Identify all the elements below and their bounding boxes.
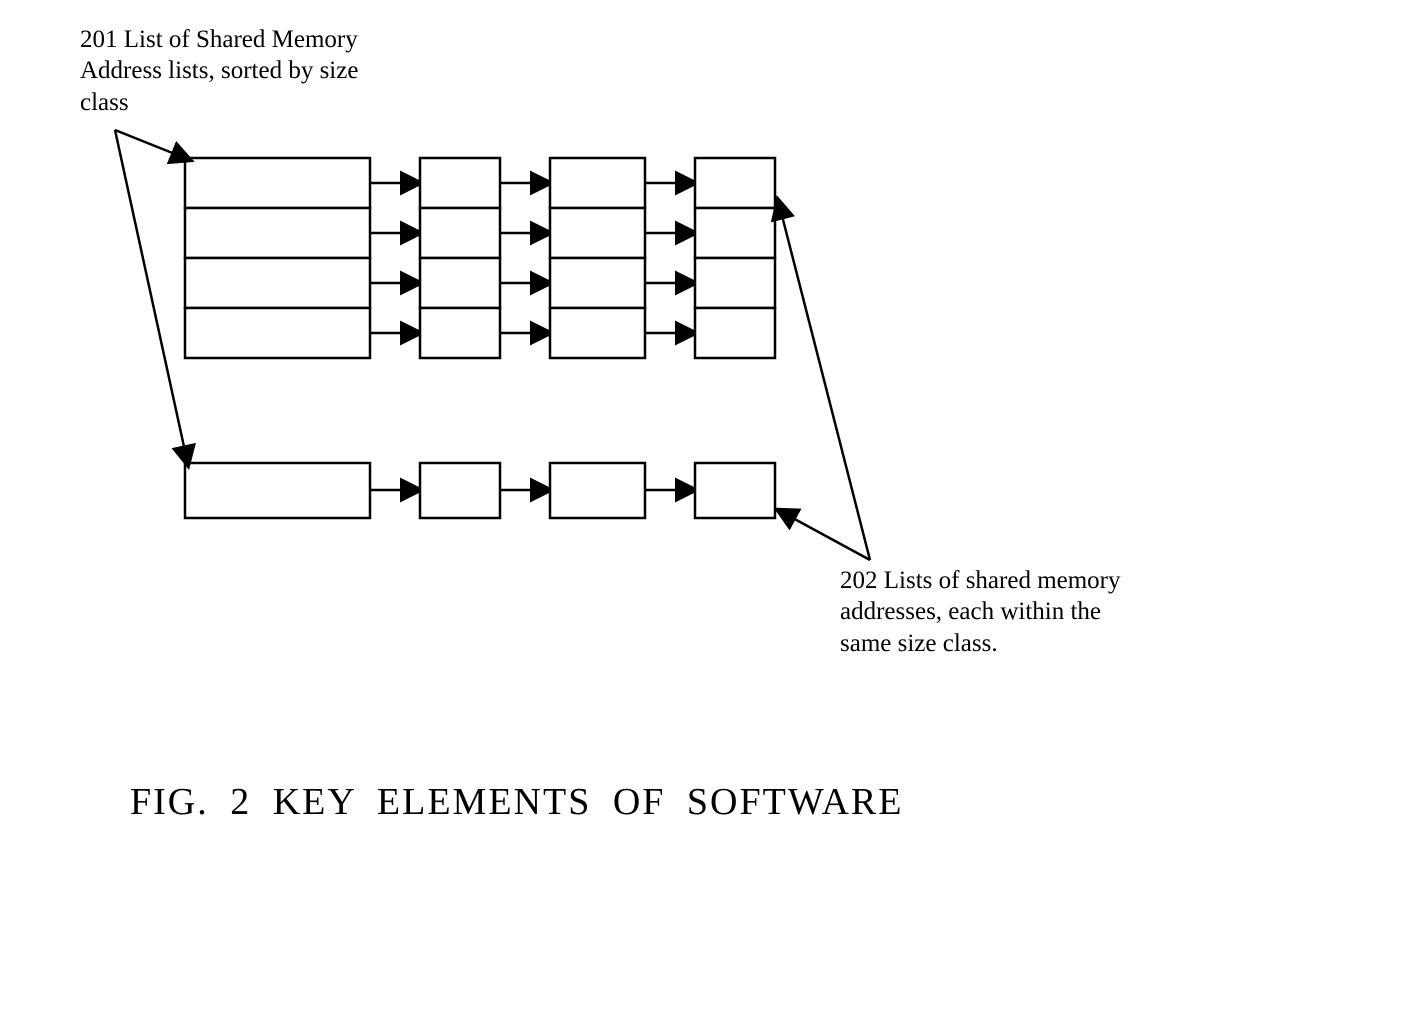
bottom-chain [185,463,775,518]
diagram-svg [0,0,1406,1034]
chain-row-1 [370,158,775,208]
chain-row-4 [370,308,775,358]
size-class-list-column [185,158,370,358]
leader-201 [115,130,190,465]
chain-row-3 [370,258,775,308]
diagram-stage: 201 List of Shared Memory Address lists,… [0,0,1406,1034]
chain-row-2 [370,208,775,258]
leader-202 [778,200,870,560]
